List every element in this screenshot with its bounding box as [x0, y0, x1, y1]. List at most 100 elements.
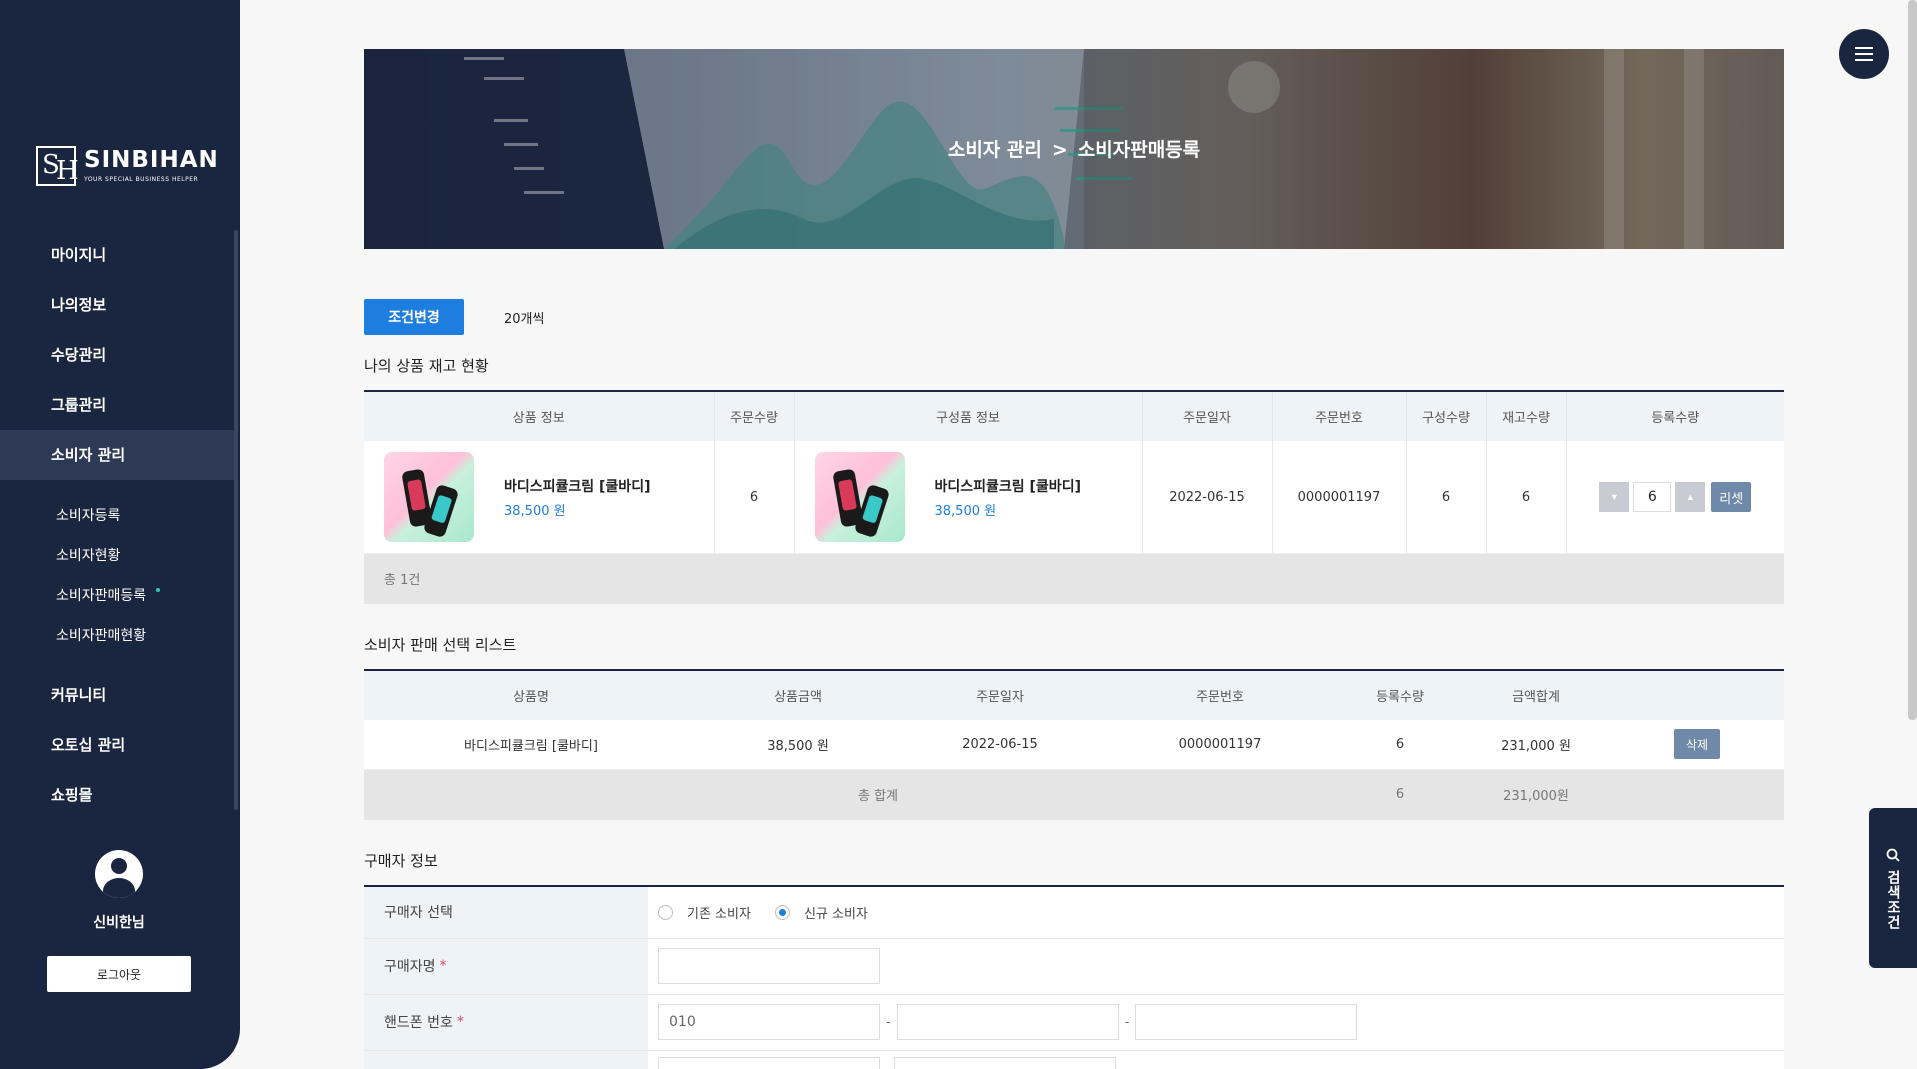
buyer-name-input[interactable] [658, 948, 880, 984]
search-conditions-tab[interactable]: 검색조건 [1869, 808, 1917, 968]
buyer-name-row: 구매자명 * [364, 938, 1784, 995]
page-scrollbar[interactable] [1908, 0, 1917, 720]
stock-qty: 6 [1486, 441, 1567, 554]
sidebar-subitem-consumer-sales-register[interactable]: 소비자판매등록 [0, 576, 234, 616]
inventory-table: 상품 정보 주문수량 구성품 정보 주문일자 주문번호 구성수량 재고수량 등록… [364, 390, 1784, 604]
caret-up-icon: ▲ [1685, 492, 1695, 502]
phone-middle-input[interactable] [896, 1004, 1119, 1040]
sidebar: S H SINBIHAN YOUR SPECIAL BUSINESS HELPE… [0, 0, 240, 1069]
order-qty: 6 [714, 441, 795, 554]
col-amount-sum: 금액합계 [1462, 669, 1610, 720]
product-price: 38,500 원 [504, 503, 566, 519]
page-banner: 소비자 관리 > 소비자판매등록 [364, 49, 1784, 249]
selected-register-qty: 6 [1338, 719, 1462, 770]
component-name: 바디스피큘크림 [쿨바디] [934, 478, 1081, 495]
decrease-button[interactable]: ▼ [1599, 482, 1630, 512]
col-stock-qty: 재고수량 [1486, 391, 1567, 441]
sidebar-item-group[interactable]: 그룹관리 [0, 380, 234, 430]
main-content: 소비자 관리 > 소비자판매등록 조건변경 20개씩 나의 상품 재고 현황 상품 … [364, 49, 1784, 1069]
component-qty: 6 [1406, 441, 1487, 554]
selected-amount-sum: 231,000 원 [1462, 719, 1610, 770]
sidebar-item-shoppingmall[interactable]: 쇼핑몰 [0, 770, 234, 820]
grand-total-sum: 231,000원 [1462, 769, 1610, 820]
brand-name: SINBIHAN [84, 147, 219, 173]
register-qty-stepper: ▼ ▲ 리셋 [1599, 482, 1752, 512]
user-name: 신비한님 [93, 915, 145, 931]
selection-section-title: 소비자 판매 선택 리스트 [364, 635, 517, 654]
col-order-qty: 주문수량 [714, 391, 795, 441]
order-number: 0000001197 [1272, 441, 1407, 554]
user-avatar-icon [95, 850, 143, 898]
phone-prefix-input[interactable] [658, 1004, 880, 1040]
sidebar-scrollbar[interactable] [234, 230, 238, 810]
menu-button[interactable] [1839, 29, 1889, 79]
logo-mark-icon: S H [36, 146, 79, 186]
breadcrumb-separator: > [1051, 139, 1068, 161]
list-controls: 조건변경 20개씩 [364, 299, 1784, 335]
required-mark: * [439, 958, 447, 974]
buyer-select-row: 구매자 선택 기존 소비자 신규 소비자 [364, 886, 1784, 939]
component-thumbnail[interactable] [814, 452, 905, 542]
sidebar-item-allowance[interactable]: 수당관리 [0, 330, 234, 380]
breadcrumb-current: 소비자판매등록 [1077, 139, 1201, 161]
inventory-section-title: 나의 상품 재고 현황 [364, 357, 489, 375]
col-order-date: 주문일자 [1142, 391, 1273, 441]
per-page-select[interactable]: 20개씩 [504, 308, 544, 327]
product-name: 바디스피큘크림 [쿨바디] [504, 478, 651, 495]
required-mark: * [456, 1014, 464, 1030]
delete-button[interactable]: 삭제 [1673, 729, 1721, 760]
sidebar-subitem-consumer-sales-status[interactable]: 소비자판매현황 [0, 616, 234, 656]
sidebar-subitem-consumer-status[interactable]: 소비자현황 [0, 536, 234, 576]
selected-order-date: 2022-06-15 [898, 719, 1102, 770]
search-icon [1886, 848, 1900, 862]
sidebar-subitem-consumer-register[interactable]: 소비자등록 [0, 496, 234, 536]
selected-product-name: 바디스피큘크림 [쿨바디] [364, 719, 698, 770]
increase-button[interactable]: ▲ [1675, 482, 1706, 512]
sidebar-menu: 마이지니 나의정보 수당관리 그룹관리 소비자 관리 소비자등록 소비자현황 소… [0, 230, 234, 820]
logout-button[interactable]: 로그아웃 [47, 956, 191, 992]
phone-last-input[interactable] [1135, 1004, 1358, 1040]
menu-icon [1855, 47, 1873, 61]
register-qty-input[interactable] [1633, 482, 1672, 512]
sidebar-submenu: 소비자등록 소비자현황 소비자판매등록 소비자판매현황 [0, 480, 234, 670]
radio-existing-circle [658, 904, 673, 920]
col-order-no: 주문번호 [1102, 669, 1338, 720]
inventory-total: 총 1건 [364, 553, 1784, 604]
col-product-price: 상품금액 [698, 669, 898, 720]
radio-new-circle [774, 904, 790, 920]
col-order-no: 주문번호 [1272, 391, 1407, 441]
phone-label: 핸드폰 번호 * [364, 994, 648, 1050]
change-condition-button[interactable]: 조건변경 [364, 299, 464, 335]
current-indicator-dot [156, 588, 160, 592]
selection-footer-row: 총 합계 6 231,000원 [364, 769, 1784, 820]
breadcrumb: 소비자 관리 > 소비자판매등록 [364, 135, 1784, 162]
grand-total-qty: 6 [1338, 769, 1462, 820]
col-component-qty: 구성수량 [1406, 391, 1487, 441]
col-product-info: 상품 정보 [364, 391, 715, 441]
breadcrumb-parent[interactable]: 소비자 관리 [948, 139, 1042, 161]
grand-total-label: 총 합계 [364, 769, 898, 820]
buyer-section-title: 구매자 정보 [364, 851, 438, 870]
radio-new-consumer[interactable]: 신규 소비자 [774, 903, 868, 922]
sidebar-item-community[interactable]: 커뮤니티 [0, 670, 234, 720]
table-row: 바디스피큘크림 [쿨바디] 38,500 원 2022-06-15 000000… [364, 719, 1784, 770]
radio-existing-consumer[interactable]: 기존 소비자 [658, 903, 751, 922]
sidebar-item-autoship[interactable]: 오토십 관리 [0, 720, 234, 770]
extra-input-1[interactable] [658, 1057, 880, 1069]
brand-tagline: YOUR SPECIAL BUSINESS HELPER [84, 176, 199, 183]
selection-header-row: 상품명 상품금액 주문일자 주문번호 등록수량 금액합계 [364, 669, 1784, 720]
product-thumbnail[interactable] [384, 452, 474, 542]
sidebar-item-myinfo[interactable]: 나의정보 [0, 280, 234, 330]
selection-table: 상품명 상품금액 주문일자 주문번호 등록수량 금액합계 바디스피큘크림 [쿨바… [364, 668, 1784, 820]
brand-logo[interactable]: S H SINBIHAN YOUR SPECIAL BUSINESS HELPE… [36, 146, 219, 186]
buyer-form: 구매자 선택 기존 소비자 신규 소비자 구매자명 * 핸드폰 번호 * 010… [364, 884, 1784, 1069]
buyer-select-label: 구매자 선택 [364, 886, 648, 938]
phone-row: 핸드폰 번호* - - [364, 994, 1784, 1051]
extra-input-2[interactable] [894, 1057, 1116, 1069]
reset-button[interactable]: 리셋 [1711, 482, 1752, 512]
order-date: 2022-06-15 [1142, 441, 1273, 554]
sidebar-item-mygenie[interactable]: 마이지니 [0, 230, 234, 280]
inventory-footer-row: 총 1건 [364, 553, 1784, 604]
address-row [364, 1050, 1784, 1069]
sidebar-item-consumer[interactable]: 소비자 관리 [0, 430, 234, 480]
